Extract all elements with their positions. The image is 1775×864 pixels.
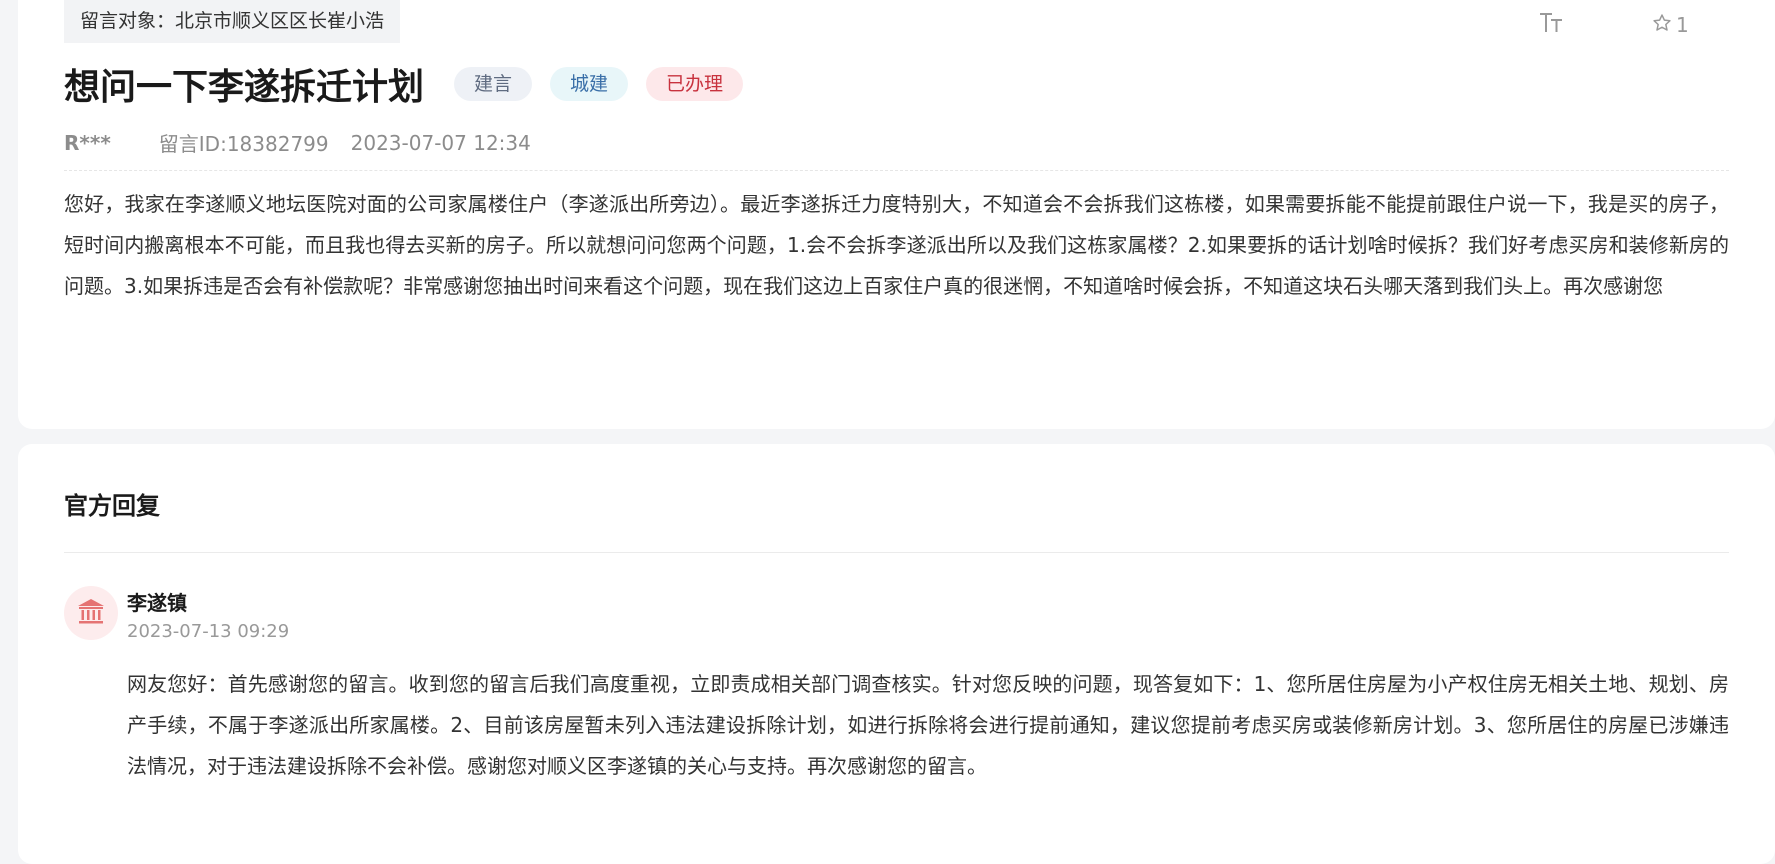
reply-body: 网友您好：首先感谢您的留言。收到您的留言后我们高度重视，立即责成相关部门调查核实… bbox=[127, 672, 1729, 778]
reply-heading: 官方回复 bbox=[64, 492, 160, 520]
message-date: 2023-07-07 12:34 bbox=[350, 130, 531, 155]
avatar bbox=[64, 586, 118, 640]
font-size-icon bbox=[1538, 11, 1564, 40]
message-meta: R*** 留言ID:18382799 2023-07-07 12:34 bbox=[64, 128, 531, 157]
title-row: 想问一下李遂拆迁计划 建言 城建 已办理 bbox=[64, 58, 744, 110]
star-icon bbox=[1652, 13, 1672, 38]
author-name: R*** bbox=[64, 130, 111, 155]
message-id: 留言ID:18382799 bbox=[158, 132, 329, 156]
favorite-count: 1 bbox=[1676, 13, 1689, 37]
reply-divider bbox=[64, 552, 1729, 553]
official-reply-card: 官方回复 李遂镇 2023-07-13 09:29 网友您好：首先感谢您的留言。… bbox=[18, 444, 1775, 864]
message-body: 您好，我家在李遂顺义地坛医院对面的公司家属楼住户（李遂派出所旁边）。最近李遂拆迁… bbox=[64, 192, 1729, 298]
status-badge: 已办理 bbox=[646, 67, 744, 101]
font-size-button[interactable] bbox=[1538, 5, 1564, 45]
category-tag: 建言 bbox=[454, 67, 533, 101]
responder-name: 李遂镇 bbox=[127, 591, 187, 615]
field-tag: 城建 bbox=[550, 67, 629, 101]
message-target-tag: 留言对象：北京市顺义区区长崔小浩 bbox=[64, 0, 401, 43]
government-building-icon bbox=[75, 595, 107, 631]
message-card: 留言对象：北京市顺义区区长崔小浩 1 想问一下李遂拆迁计划 建言 城建 已办理 … bbox=[18, 0, 1775, 429]
favorite-button[interactable]: 1 bbox=[1652, 5, 1689, 45]
meta-divider bbox=[64, 170, 1729, 171]
page-title: 想问一下李遂拆迁计划 bbox=[64, 67, 425, 108]
reply-time: 2023-07-13 09:29 bbox=[127, 621, 290, 642]
